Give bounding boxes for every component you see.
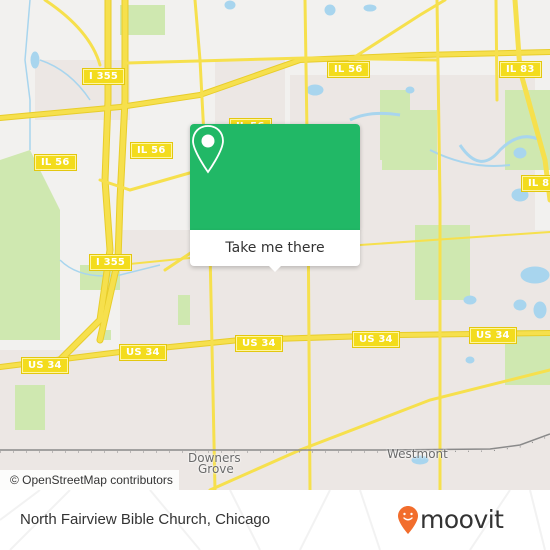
map-attribution[interactable]: © OpenStreetMap contributors: [0, 470, 179, 490]
road-shield-us34: US 34: [21, 357, 69, 374]
road-shield-il83: IL 83: [521, 175, 550, 192]
road-shield-us34: US 34: [235, 335, 283, 352]
road-shield-il56: IL 56: [327, 61, 370, 78]
moovit-pin-icon: [398, 506, 418, 534]
map-pin-icon: [192, 125, 224, 174]
place-label-westmont: Westmont: [387, 447, 448, 461]
road-shield-us34: US 34: [469, 327, 517, 344]
popup-footer: Take me there: [190, 230, 360, 266]
road-shield-us34: US 34: [352, 331, 400, 348]
footer-bar: North Fairview Bible Church, Chicago moo…: [0, 490, 550, 550]
location-popup: Take me there: [190, 124, 360, 272]
popup-header: [190, 124, 360, 230]
road-shield-us34: US 34: [119, 344, 167, 361]
road-shield-i355: I 355: [81, 68, 126, 85]
location-title: North Fairview Bible Church, Chicago: [20, 511, 271, 528]
road-shield-il83: IL 83: [499, 61, 542, 78]
road-shield-il56: IL 56: [130, 142, 173, 159]
popup-pointer: [268, 265, 282, 272]
road-shield-il56: IL 56: [34, 154, 77, 171]
take-me-there-button[interactable]: Take me there: [190, 230, 360, 266]
road-shield-i355: I 355: [88, 254, 133, 271]
place-label-downers-grove: Grove: [198, 462, 234, 476]
moovit-wordmark: moovit: [420, 505, 504, 534]
map-view[interactable]: I 355 I 355 IL 56 IL 56 IL 56 IL 56 IL 8…: [0, 0, 550, 490]
